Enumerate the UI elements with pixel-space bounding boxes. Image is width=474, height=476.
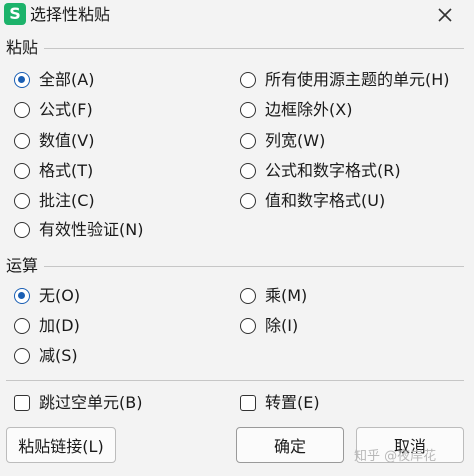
operation-option-multiply[interactable]: 乘(M)	[240, 285, 307, 307]
option-label: 批注(C)	[39, 191, 95, 210]
app-logo-icon: S	[4, 3, 26, 25]
radio[interactable]	[14, 193, 30, 209]
option-label: 除(I)	[265, 316, 299, 335]
option-label: 无(O)	[39, 286, 81, 305]
radio[interactable]	[14, 163, 30, 179]
option-label: 值和数字格式(U)	[265, 191, 386, 210]
radio[interactable]	[14, 348, 30, 364]
radio[interactable]	[240, 102, 256, 118]
radio[interactable]	[240, 288, 256, 304]
option-label: 加(D)	[39, 316, 80, 335]
close-icon[interactable]	[434, 4, 456, 26]
radio[interactable]	[240, 133, 256, 149]
option-label: 乘(M)	[265, 286, 308, 305]
radio-selected[interactable]	[14, 72, 30, 88]
operation-option-subtract[interactable]: 减(S)	[14, 345, 78, 367]
radio[interactable]	[240, 72, 256, 88]
option-label: 有效性验证(N)	[39, 220, 144, 239]
option-label: 格式(T)	[39, 161, 94, 180]
paste-option-all[interactable]: 全部(A)	[14, 69, 94, 91]
paste-option-except-borders[interactable]: 边框除外(X)	[240, 99, 352, 121]
paste-option-formulas[interactable]: 公式(F)	[14, 99, 93, 121]
operation-option-divide[interactable]: 除(I)	[240, 315, 298, 337]
paste-section-label: 粘贴	[6, 38, 39, 57]
radio[interactable]	[14, 102, 30, 118]
paste-option-values-number-formats[interactable]: 值和数字格式(U)	[240, 190, 385, 212]
checkbox-label: 转置(E)	[265, 393, 320, 412]
paste-option-values[interactable]: 数值(V)	[14, 130, 94, 152]
paste-option-source-theme[interactable]: 所有使用源主题的单元(H)	[240, 69, 450, 91]
option-label: 减(S)	[39, 346, 78, 365]
checkbox-label: 跳过空单元(B)	[39, 393, 143, 412]
title-bar: S 选择性粘贴	[0, 0, 474, 30]
paste-section-divider	[44, 48, 464, 49]
radio[interactable]	[240, 163, 256, 179]
checkbox[interactable]	[240, 395, 256, 411]
radio-selected[interactable]	[14, 288, 30, 304]
paste-option-formulas-number-formats[interactable]: 公式和数字格式(R)	[240, 160, 401, 182]
paste-special-dialog: S 选择性粘贴 粘贴 全部(A) 所有使用源主题的单元(H) 公式(F) 边框除…	[0, 0, 474, 476]
radio[interactable]	[240, 193, 256, 209]
watermark: 知乎 @夜岸花	[354, 449, 437, 464]
paste-option-column-widths[interactable]: 列宽(W)	[240, 130, 325, 152]
option-label: 公式和数字格式(R)	[265, 161, 401, 180]
operation-option-none[interactable]: 无(O)	[14, 285, 80, 307]
paste-option-formats[interactable]: 格式(T)	[14, 160, 93, 182]
radio[interactable]	[14, 222, 30, 238]
paste-option-comments[interactable]: 批注(C)	[14, 190, 95, 212]
operation-section-label: 运算	[6, 256, 39, 275]
transpose-checkbox[interactable]: 转置(E)	[240, 392, 320, 414]
option-label: 边框除外(X)	[265, 100, 353, 119]
radio[interactable]	[14, 318, 30, 334]
dialog-title: 选择性粘贴	[30, 5, 111, 24]
option-label: 数值(V)	[39, 131, 95, 150]
paste-link-button[interactable]: 粘贴链接(L)	[6, 427, 116, 463]
option-label: 列宽(W)	[265, 131, 326, 150]
checkbox[interactable]	[14, 395, 30, 411]
ok-button[interactable]: 确定	[236, 427, 344, 463]
option-label: 所有使用源主题的单元(H)	[265, 70, 450, 89]
operation-option-add[interactable]: 加(D)	[14, 315, 80, 337]
radio[interactable]	[14, 133, 30, 149]
options-divider	[6, 380, 464, 381]
option-label: 全部(A)	[39, 70, 95, 89]
option-label: 公式(F)	[39, 100, 93, 119]
radio[interactable]	[240, 318, 256, 334]
skip-blanks-checkbox[interactable]: 跳过空单元(B)	[14, 392, 142, 414]
paste-option-validation[interactable]: 有效性验证(N)	[14, 219, 143, 241]
operation-section-divider	[44, 266, 464, 267]
